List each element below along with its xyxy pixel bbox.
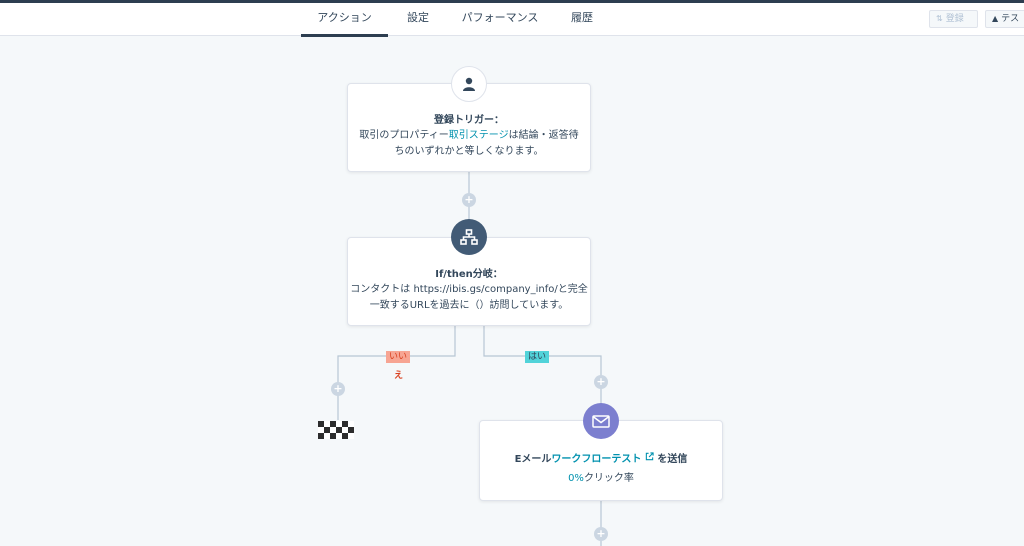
user-icon <box>451 66 487 102</box>
yes-branch-tag: はい <box>525 351 550 363</box>
trigger-text-1: 取引のプロパティー <box>359 130 449 141</box>
no-branch-tag-continued: え <box>394 371 404 381</box>
add-action-after-email-button[interactable]: + <box>594 527 608 541</box>
trigger-title: 登録トリガー： <box>434 115 504 126</box>
no-branch-tag: いい <box>386 351 411 363</box>
envelope-icon <box>583 403 619 439</box>
email-action-suffix: を送信 <box>657 454 688 465</box>
branch-title: If/then分岐： <box>435 269 503 280</box>
email-action-prefix: Eメール <box>514 454 552 465</box>
branch-condition-line-2: 一致するURLを過去に（）訪問しています。 <box>369 300 569 311</box>
connector-yes-branch <box>483 326 602 420</box>
trigger-property-link[interactable]: 取引ステージ <box>449 130 509 141</box>
add-action-no-branch-button[interactable]: + <box>331 382 345 396</box>
add-action-yes-branch-button[interactable]: + <box>594 375 608 389</box>
add-action-button[interactable]: + <box>462 193 476 207</box>
click-rate-label: クリック率 <box>583 473 634 484</box>
trigger-text-3: ちのいずれかと等しくなります。 <box>394 146 544 157</box>
click-rate-value: 0% <box>568 473 584 484</box>
trigger-text-2: は結論・返答待 <box>508 130 579 141</box>
external-link-icon[interactable] <box>645 451 654 467</box>
branch-icon <box>451 219 487 255</box>
email-workflow-test-link[interactable]: ワークフローテスト <box>551 454 641 465</box>
branch-condition-line-1: コンタクトは https://ibis.gs/company_info/と完全 <box>350 284 588 295</box>
branch-end-marker <box>318 421 354 439</box>
